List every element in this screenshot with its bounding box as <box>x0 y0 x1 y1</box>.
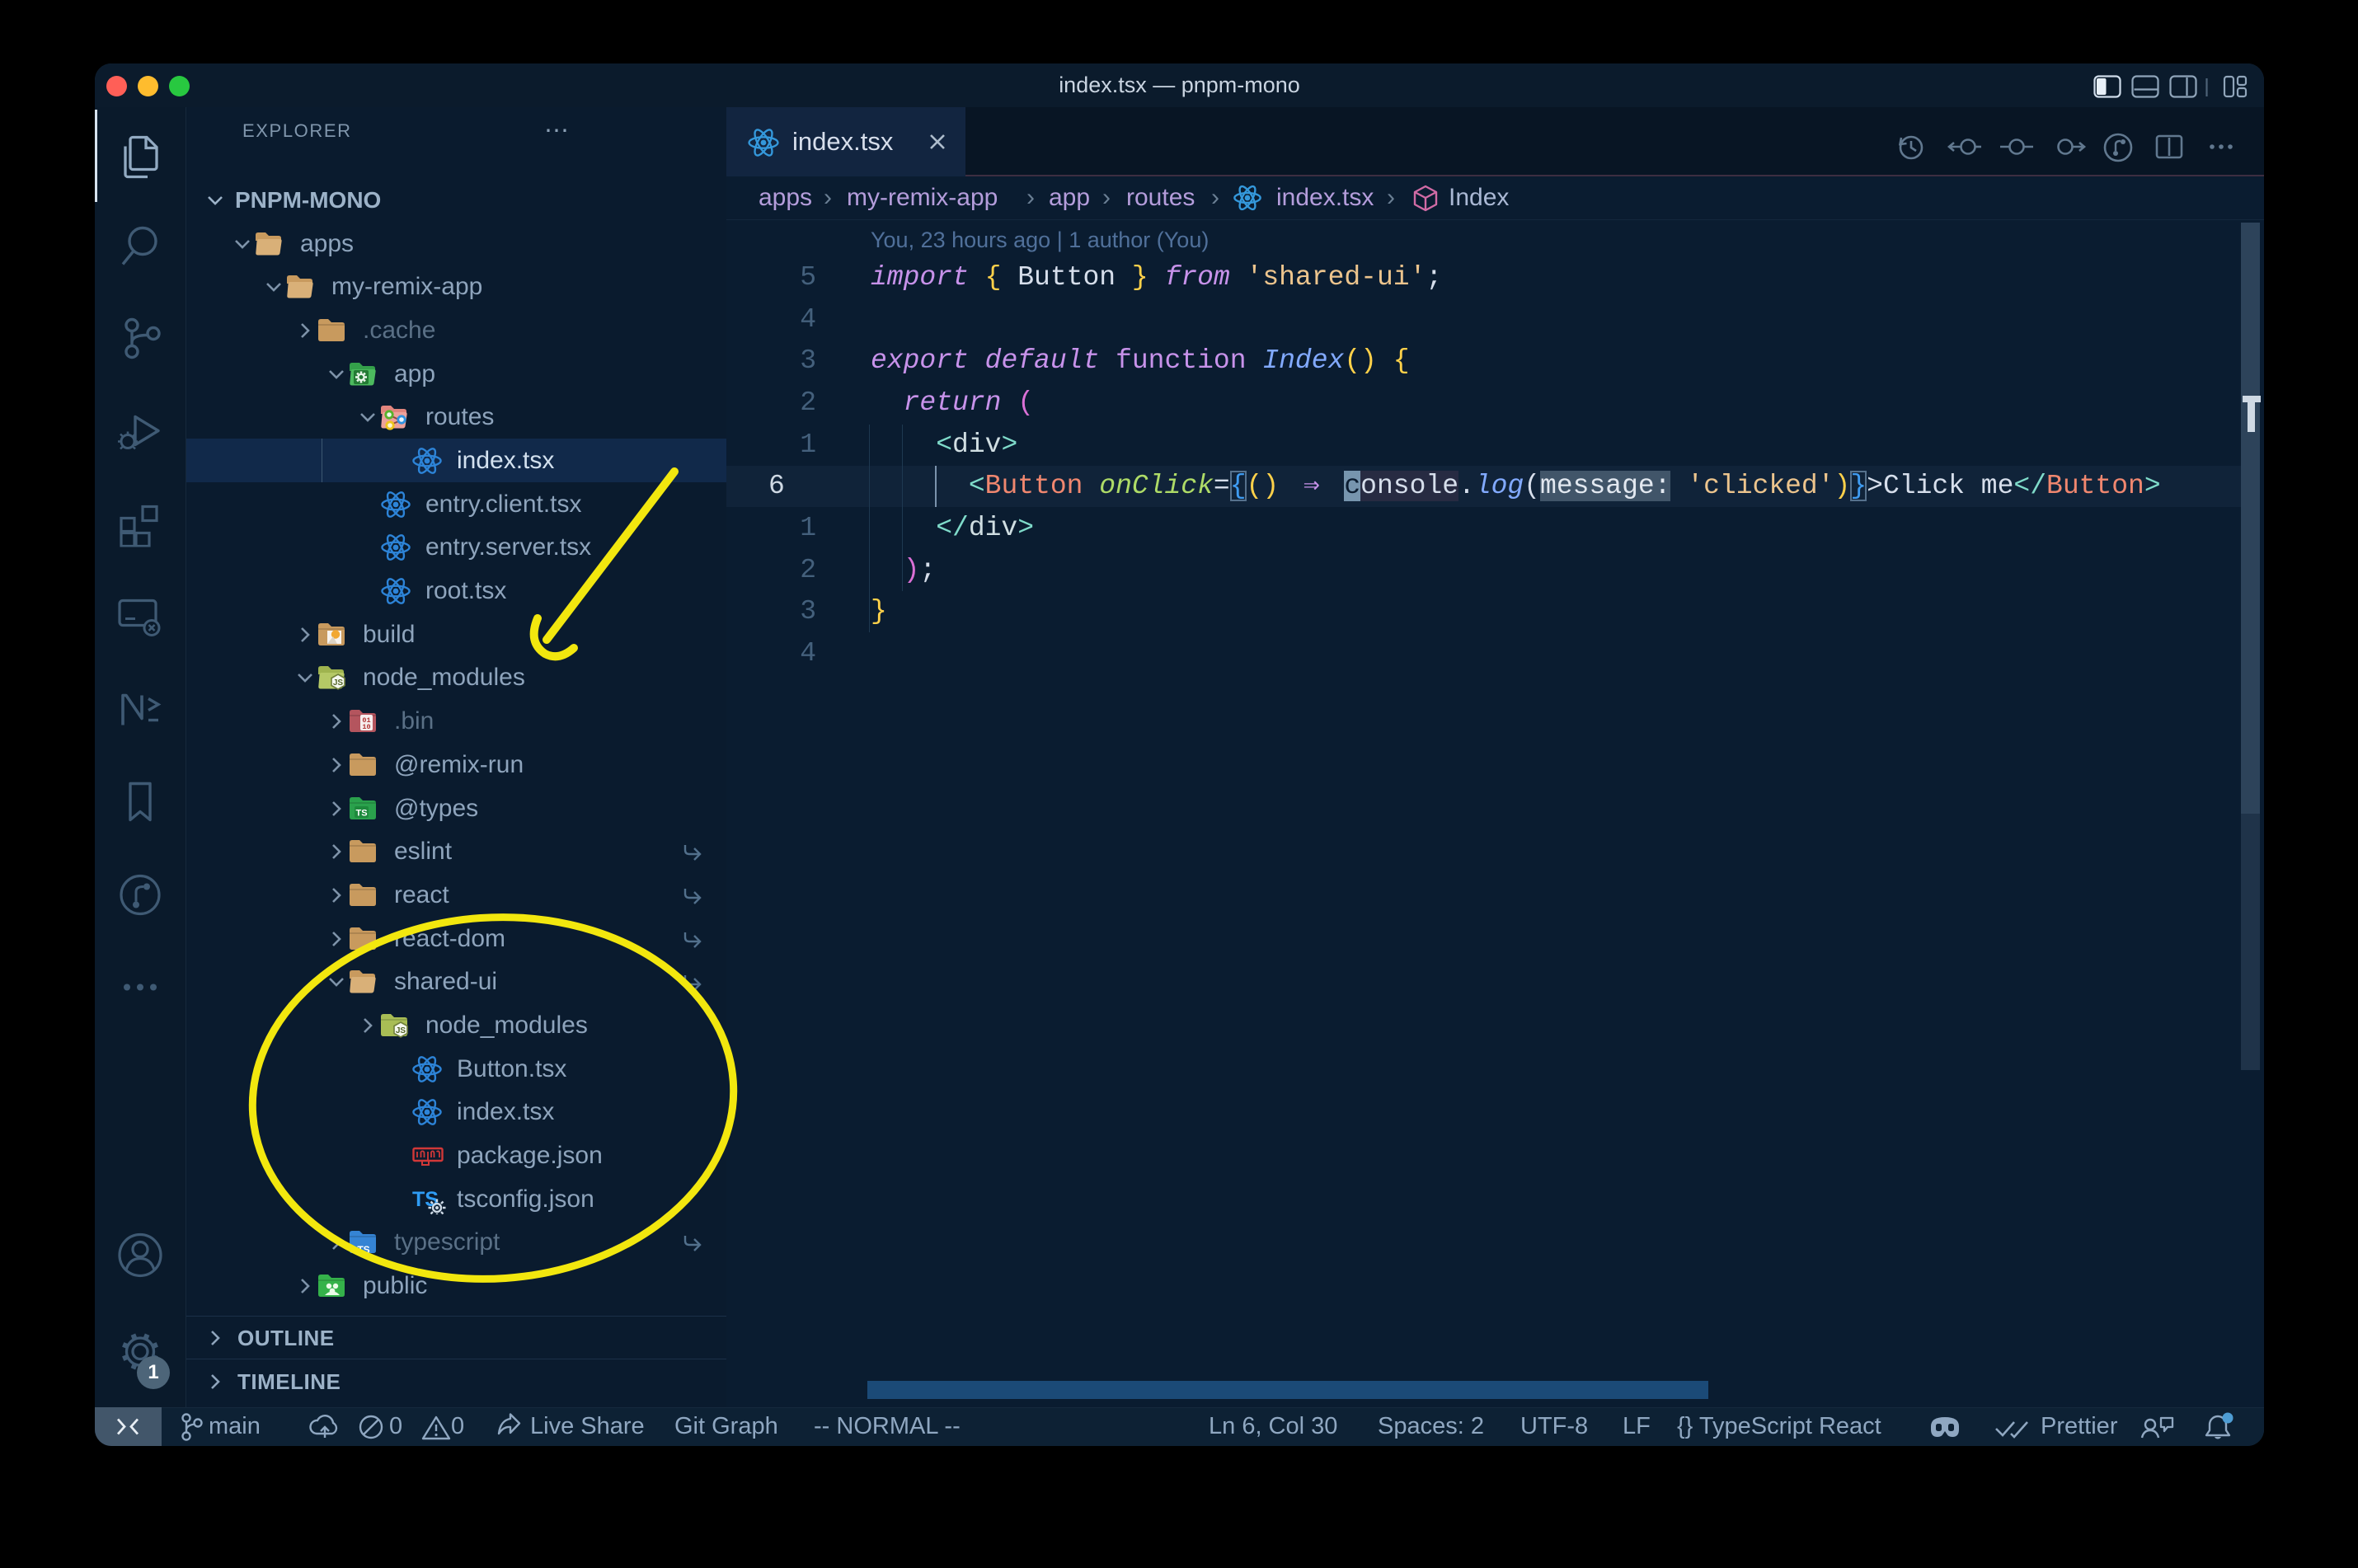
svg-text:TS: TS <box>355 809 367 819</box>
svg-text:TS: TS <box>357 1244 369 1256</box>
svg-text:TS: TS <box>412 1188 439 1211</box>
svg-text:JS: JS <box>396 1026 406 1035</box>
svg-text:10: 10 <box>362 723 370 731</box>
svg-text:JS: JS <box>333 678 344 688</box>
